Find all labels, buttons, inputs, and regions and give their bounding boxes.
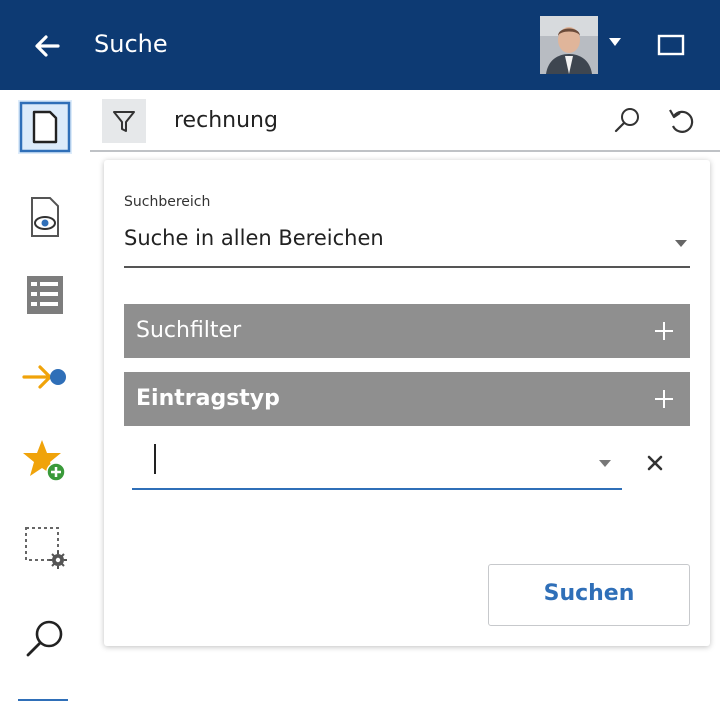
favorite-add-icon xyxy=(23,440,66,482)
plus-icon xyxy=(655,322,673,340)
search-area-select[interactable]: Suche in allen Bereichen xyxy=(124,226,384,250)
caret-down-icon[interactable] xyxy=(608,36,622,48)
sidebar-item-preview[interactable] xyxy=(18,190,72,244)
sidebar-item-favorites[interactable] xyxy=(18,434,72,488)
section-suchfilter-label: Suchfilter xyxy=(136,318,242,343)
list-view-icon xyxy=(27,276,63,314)
reset-icon[interactable] xyxy=(664,104,698,138)
close-icon[interactable] xyxy=(646,454,664,472)
user-avatar[interactable] xyxy=(540,16,598,74)
panel-toggle-icon[interactable] xyxy=(650,30,690,60)
search-bar: rechnung xyxy=(90,92,720,152)
workflow-arrow-icon xyxy=(22,365,66,389)
filter-icon xyxy=(113,111,135,132)
selection-settings-icon xyxy=(25,527,67,569)
sidebar-item-selection[interactable] xyxy=(18,520,72,574)
search-panel: Suchbereich Suche in allen Bereichen Suc… xyxy=(104,160,710,646)
caret-down-icon[interactable] xyxy=(674,238,688,248)
sidebar-item-document[interactable] xyxy=(18,100,72,154)
app-header: Suche xyxy=(0,0,720,90)
search-query-input[interactable]: rechnung xyxy=(174,104,278,138)
sidebar-item-list[interactable] xyxy=(18,268,72,322)
section-suchfilter[interactable]: Suchfilter xyxy=(124,304,690,358)
section-eintragstyp-label: Eintragstyp xyxy=(136,386,280,411)
entry-type-input[interactable] xyxy=(132,430,622,490)
text-cursor xyxy=(154,444,156,474)
section-eintragstyp[interactable]: Eintragstyp xyxy=(124,372,690,426)
document-icon xyxy=(19,101,71,153)
sidebar-item-search[interactable] xyxy=(18,612,72,666)
caret-down-icon[interactable] xyxy=(598,458,612,468)
page-title: Suche xyxy=(94,30,168,58)
document-preview-icon xyxy=(31,197,59,237)
submit-search-button[interactable]: Suchen xyxy=(488,564,690,626)
search-area-label: Suchbereich xyxy=(124,194,211,210)
search-icon xyxy=(26,620,63,657)
plus-icon xyxy=(655,390,673,408)
arrow-left-icon[interactable] xyxy=(28,26,68,66)
filter-button[interactable] xyxy=(102,99,146,143)
sidebar-item-workflow[interactable] xyxy=(18,348,72,402)
search-icon[interactable] xyxy=(610,104,644,138)
left-sidebar xyxy=(0,90,90,701)
search-area-underline xyxy=(124,266,690,268)
